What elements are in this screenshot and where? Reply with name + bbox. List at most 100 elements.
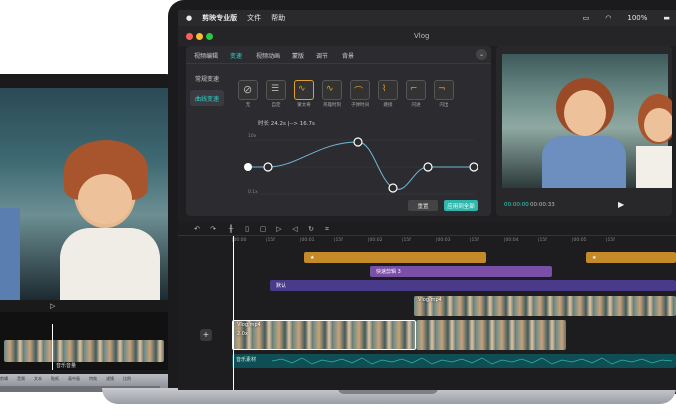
play-icon[interactable]: ▶ [618, 200, 624, 209]
video-preview: 00:00:00 00:00:33 ▶ [496, 46, 672, 216]
y-axis-bottom: 0.1x [248, 190, 258, 195]
close-window-button[interactable] [186, 33, 193, 40]
undo-icon[interactable]: ↶ [192, 224, 202, 234]
menu-help[interactable]: 帮助 [271, 13, 285, 23]
window-title: Vlog [414, 32, 430, 40]
secondary-playhead[interactable] [52, 324, 53, 370]
current-time: 00:00:00 [504, 202, 529, 208]
tab-video-animation[interactable]: 视频动画 [256, 51, 280, 60]
text-clip[interactable]: 默认 [270, 280, 676, 291]
preset-hero[interactable]: ∿ [322, 80, 342, 100]
apply-all-button[interactable]: 应用到全部 [444, 200, 478, 211]
preset-none[interactable]: ⊘ [238, 80, 258, 100]
upper-video-clip[interactable]: Vlog.mp4 [414, 296, 676, 316]
preset-label: 无 [245, 103, 251, 108]
audio-waveform [272, 357, 672, 365]
curve-icon: ¬ [438, 84, 446, 94]
side-curve-speed[interactable]: 曲线变速 [190, 90, 224, 106]
tab-mask[interactable]: 蒙版 [292, 51, 304, 60]
tool-pip[interactable]: 画中画 [68, 376, 80, 382]
minimize-window-button[interactable] [196, 33, 203, 40]
split-icon[interactable]: ╫ [226, 224, 236, 234]
tool-ratio[interactable]: 比例 [123, 376, 131, 382]
sticker-clip[interactable]: ★ [304, 252, 486, 263]
tab-adjust[interactable]: 调节 [316, 51, 328, 60]
subject-face-front [78, 174, 132, 224]
star-icon: ★ [310, 254, 315, 261]
menu-file[interactable]: 文件 [247, 13, 261, 23]
play-icon[interactable]: ▷ [50, 302, 55, 310]
tool-audio[interactable]: 音频 [17, 376, 25, 382]
tab-background[interactable]: 背景 [342, 51, 354, 60]
tool-effect[interactable]: 特效 [89, 376, 97, 382]
preset-label: 自定 [271, 103, 281, 108]
preset-label: 闪出 [439, 103, 449, 108]
freeze-icon[interactable]: ▢ [258, 224, 268, 234]
effect-clip[interactable]: 快速剪辑 3 [370, 266, 552, 277]
ruler-tick: |15f [538, 238, 547, 243]
preset-jump[interactable]: ⌇ [378, 80, 398, 100]
preview-image [502, 54, 672, 188]
main-video-clip-2[interactable] [416, 320, 566, 350]
preset-bullet[interactable]: ⌒ [350, 80, 370, 100]
curve-point[interactable] [244, 163, 252, 171]
tool-cut[interactable]: 剪辑 [0, 376, 8, 382]
secondary-screen: ▷ 音乐音量 [0, 88, 170, 370]
curve-point[interactable] [353, 137, 363, 147]
speed-curve-graph[interactable] [238, 130, 478, 200]
secondary-toolbar: 剪辑 音频 文本 贴纸 画中画 特效 滤镜 比例 [0, 376, 170, 388]
preset-flash-in[interactable]: ⌐ [406, 80, 426, 100]
maximize-window-button[interactable] [206, 33, 213, 40]
subject-left-jacket [0, 208, 20, 300]
add-media-button[interactable]: + [200, 329, 212, 341]
playhead[interactable] [233, 236, 234, 390]
screen-icon[interactable]: ▭ [583, 14, 590, 22]
secondary-video-track[interactable] [4, 340, 164, 362]
redo-icon[interactable]: ↷ [208, 224, 218, 234]
mirror-icon[interactable]: ◁ [290, 224, 300, 234]
preset-custom[interactable]: ☰ [266, 80, 286, 100]
reset-button[interactable]: 重置 [408, 200, 438, 211]
main-clip-label: Vlog.mp4 [237, 322, 261, 328]
upper-clip-label: Vlog.mp4 [418, 297, 442, 303]
curve-point[interactable] [469, 162, 478, 172]
main-video-clip[interactable]: Vlog.mp4 2.0x [232, 320, 416, 350]
preset-label: 子弹时间 [351, 103, 369, 108]
tool-filter[interactable]: 滤镜 [106, 376, 114, 382]
curve-icon: ⌐ [410, 84, 418, 94]
ruler-tick: |00:01 [300, 238, 315, 243]
timeline-toolbar: ↶ ↷ ╫ ▯ ▢ ▷ ◁ ↻ ⌗ [178, 222, 676, 236]
crop-icon[interactable]: ⌗ [322, 224, 332, 234]
preset-label: 闪进 [411, 103, 421, 108]
chevron-down-icon[interactable]: ⌄ [476, 49, 487, 60]
battery-icon[interactable]: ▬ [663, 14, 670, 22]
tab-speed[interactable]: 变速 [230, 51, 242, 60]
tool-text[interactable]: 文本 [34, 376, 42, 382]
preset-montage[interactable]: ∿ [294, 80, 314, 100]
secondary-play-row: ▷ [0, 300, 170, 312]
wifi-icon[interactable]: ◠ [605, 14, 611, 22]
curve-point[interactable] [263, 162, 273, 172]
tool-sticker[interactable]: 贴纸 [51, 376, 59, 382]
sticker-clip[interactable]: ★ [586, 252, 676, 263]
rotate-icon[interactable]: ↻ [306, 224, 316, 234]
audio-track[interactable]: 音乐素材 [232, 354, 676, 368]
play-icon[interactable]: ▷ [274, 224, 284, 234]
apple-icon[interactable]: ● [186, 14, 192, 22]
delete-icon[interactable]: ▯ [242, 224, 252, 234]
curve-point[interactable] [388, 183, 398, 193]
secondary-preview-image [0, 88, 170, 300]
menu-app-name[interactable]: 剪映专业版 [202, 13, 237, 23]
subject-shirt [60, 228, 160, 300]
curve-icon: ∿ [298, 84, 306, 94]
preset-flash-out[interactable]: ¬ [434, 80, 454, 100]
curve-point[interactable] [423, 162, 433, 172]
ruler-tick: |15f [402, 238, 411, 243]
side-normal-speed[interactable]: 常规变速 [190, 70, 224, 86]
subject-face [564, 90, 606, 136]
sliders-icon: ☰ [271, 84, 280, 94]
ruler-tick: |00:05 [572, 238, 587, 243]
main-screen: ● 剪映专业版 文件 帮助 ▭ ◠ 100% ▬ Vlog 视频编辑 变速 视频… [178, 10, 676, 390]
tab-video-edit[interactable]: 视频编辑 [194, 51, 218, 60]
secondary-laptop: ▷ 音乐音量 [0, 74, 176, 374]
